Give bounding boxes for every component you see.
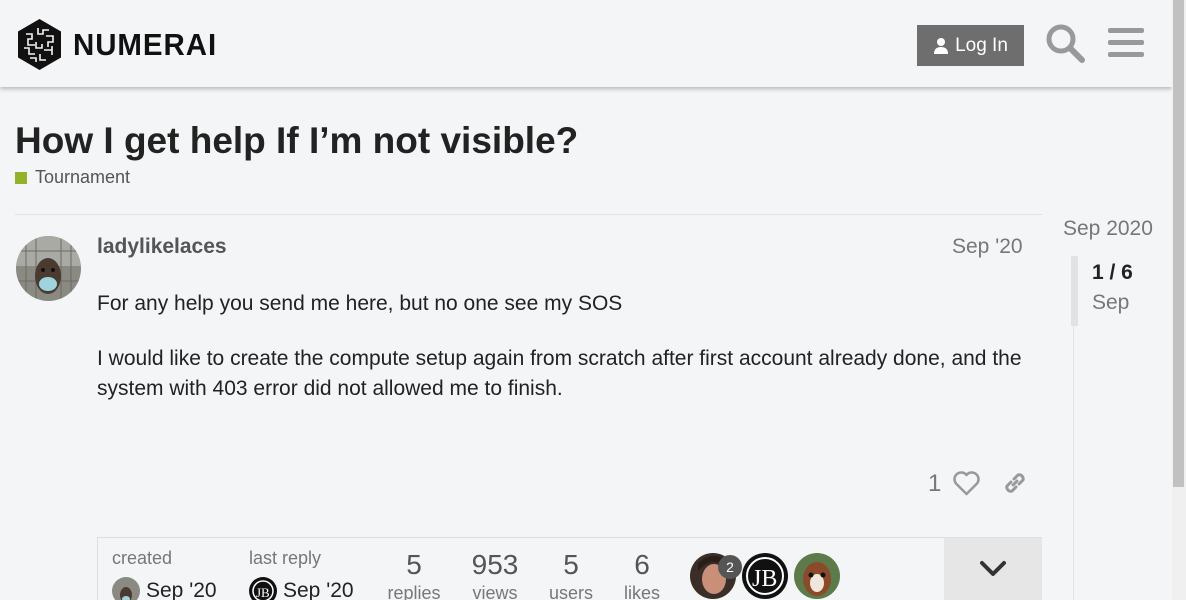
login-button[interactable]: Log In (917, 25, 1024, 66)
post-paragraph: I would like to create the compute setup… (97, 347, 1022, 400)
avatar[interactable] (16, 236, 81, 301)
post-paragraph: For any help you send me here, but no on… (97, 292, 623, 315)
timeline-position: 1 / 6 (1092, 261, 1133, 284)
replies-label: replies (387, 583, 441, 600)
search-icon[interactable] (1044, 22, 1086, 64)
users-count: 5 (563, 549, 579, 580)
timeline-start-date[interactable]: Sep 2020 (1063, 217, 1153, 241)
category-badge[interactable]: Tournament (15, 167, 130, 188)
page-scrollbar-thumb[interactable] (1173, 0, 1184, 487)
likes-count: 6 (634, 549, 650, 580)
hamburger-menu-icon[interactable] (1106, 22, 1148, 64)
timeline-handle[interactable] (1071, 256, 1078, 326)
post-username[interactable]: ladylikelaces (97, 235, 227, 259)
category-color-swatch (15, 171, 27, 184)
heart-icon[interactable] (953, 470, 980, 497)
created-label: created (112, 548, 173, 568)
views-label: views (472, 583, 518, 600)
views-count: 953 (471, 549, 519, 580)
numerai-logo-icon (18, 19, 61, 70)
category-name: Tournament (35, 167, 131, 187)
users-label: users (548, 583, 593, 600)
topic-map-expand-button[interactable] (944, 538, 1042, 600)
divider (15, 214, 1042, 215)
replies-count: 5 (406, 549, 422, 580)
post-count-badge: 2 (718, 555, 742, 579)
login-label: Log In (955, 34, 1008, 56)
brand-name: NUMERAI (73, 26, 218, 62)
created-date[interactable]: Sep '20 (112, 577, 217, 600)
svg-text:JB: JB (256, 585, 270, 600)
likes-label: likes (623, 583, 660, 600)
last-reply-date-text: Sep '20 (283, 579, 354, 600)
avatar (112, 577, 140, 600)
last-reply-date[interactable]: JB Sep '20 (249, 577, 354, 600)
created-date-text: Sep '20 (146, 579, 217, 600)
svg-text:JB: JB (752, 566, 777, 592)
timeline-position-date: Sep (1092, 291, 1130, 314)
participant-avatar[interactable] (794, 553, 840, 599)
avatar: JB (249, 577, 277, 600)
post-date[interactable]: Sep '20 (952, 235, 1023, 259)
chevron-down-icon (980, 561, 1006, 576)
topic-title[interactable]: How I get help If I’m not visible? (15, 120, 578, 162)
like-count[interactable]: 1 (928, 470, 941, 498)
link-icon[interactable] (1002, 470, 1028, 496)
site-header: NUMERAI Log In (0, 0, 1172, 87)
site-logo[interactable]: NUMERAI (16, 18, 225, 71)
user-icon (934, 37, 949, 54)
last-reply-label: last reply (249, 548, 322, 568)
participant-avatar[interactable]: JB (742, 553, 788, 599)
avatar-image (16, 236, 81, 301)
